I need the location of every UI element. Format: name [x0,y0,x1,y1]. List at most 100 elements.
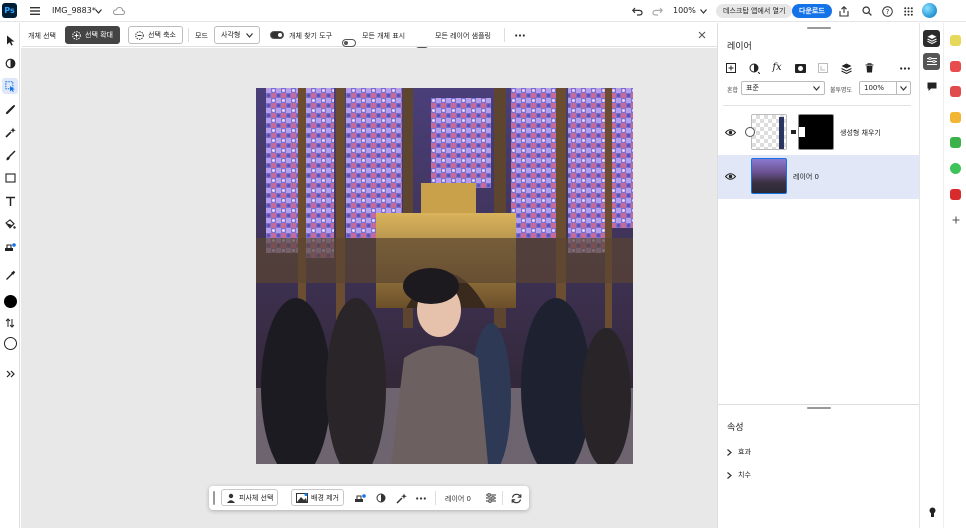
expand-toolbar-icon[interactable] [2,366,18,382]
object-finder-label: 개체 찾기 도구 [289,32,333,40]
apps-icon[interactable] [901,4,915,18]
help-icon[interactable]: ? [880,4,894,18]
extension-icon[interactable] [950,86,961,97]
comments-icon[interactable] [925,80,939,94]
refresh-icon[interactable] [510,492,522,504]
extension-icon[interactable] [950,163,961,174]
eye-icon[interactable] [724,126,736,138]
mode-label: 모드 [195,32,208,40]
drag-handle[interactable] [213,491,215,505]
eyedropper-icon[interactable] [2,267,18,283]
close-icon[interactable] [696,29,708,41]
extension-icon[interactable] [950,112,961,123]
paint-bucket-icon[interactable] [2,216,18,232]
canvas-area[interactable]: 피사체 선택 배경 제거 레이어 0 [21,48,717,528]
contract-selection-button[interactable]: 선택 축소 [128,26,183,44]
layer-row-generative-fill[interactable]: 생성형 채우기 [718,111,920,155]
adjustment-layer-icon[interactable] [748,62,760,74]
zoom-chevron-icon[interactable] [699,6,707,16]
object-finder-toggle[interactable] [270,31,284,39]
text-tool-icon[interactable] [2,193,18,209]
rectangle-tool-icon[interactable] [2,170,18,186]
more-icon[interactable] [415,492,427,504]
contextual-task-bar: 피사체 선택 배경 제거 레이어 0 [209,486,529,510]
adjustment-icon[interactable] [375,492,387,504]
brush-tool-icon[interactable] [2,147,18,163]
remove-background-label: 배경 제거 [311,493,339,502]
show-all-toggle[interactable] [342,39,356,47]
remove-background-icon [296,492,308,503]
layer-thumbnail [751,158,787,194]
generative-fill-icon[interactable] [2,124,18,140]
chevron-down-icon[interactable] [94,6,102,16]
remove-background-button[interactable]: 배경 제거 [291,489,344,506]
mask-thumbnail[interactable] [798,114,834,150]
swap-colors-icon[interactable] [2,315,18,331]
extension-icon[interactable] [950,35,961,46]
redo-icon[interactable] [650,4,664,18]
eye-icon[interactable] [724,170,736,182]
app-logo[interactable]: Ps [2,3,17,18]
mode-select[interactable]: 사각형 [214,26,260,44]
chevron-down-icon[interactable] [896,82,910,94]
panel-grip[interactable] [807,27,831,29]
add-mask-icon[interactable] [794,62,806,74]
adjust-tool-icon[interactable] [2,55,18,71]
properties-section-dimensions[interactable]: 치수 [727,470,751,480]
link-icon[interactable] [791,130,796,134]
undo-icon[interactable] [630,4,644,18]
properties-panel-icon[interactable] [923,53,940,70]
background-color-swatch[interactable] [2,335,18,351]
layer-label[interactable]: 레이어 0 [445,494,471,504]
tool-name: 개체 선택 [28,32,56,40]
extension-icon[interactable] [950,61,961,72]
layers-panel-icon[interactable] [923,30,940,47]
clipping-mask-icon[interactable] [817,62,829,74]
expand-selection-button[interactable]: 선택 확대 [65,26,120,44]
document-title[interactable]: IMG_9883* [52,6,96,15]
download-button[interactable]: 다운로드 [792,4,832,18]
avatar[interactable] [922,3,937,18]
opacity-field[interactable]: 100% [859,81,911,95]
expand-label: 선택 확대 [85,31,113,39]
layers-title: 레이어 [727,42,752,52]
fx-icon[interactable]: fx [770,61,784,74]
share-icon[interactable] [837,4,851,18]
more-icon[interactable] [514,29,526,41]
search-icon[interactable] [860,4,874,18]
generative-icon[interactable] [395,492,407,504]
add-layer-icon[interactable] [725,62,737,74]
menu-icon[interactable] [28,4,42,18]
divider [504,28,505,42]
delete-layer-icon[interactable] [863,62,875,74]
hints-icon[interactable] [925,505,939,519]
mask-icon[interactable] [354,492,366,504]
add-icon[interactable] [949,213,962,226]
healing-brush-icon[interactable] [2,101,18,117]
properties-section-effects[interactable]: 효과 [727,447,751,457]
select-subject-button[interactable]: 피사체 선택 [221,489,279,506]
divider [723,105,911,106]
layer-row-layer-0[interactable]: 레이어 0 [718,155,920,199]
sample-all-label: 모든 레이어 샘플링 [435,32,491,40]
mode-value: 사각형 [221,31,241,39]
layer-stack-icon[interactable] [840,62,852,74]
layer-name[interactable]: 생성형 채우기 [840,128,881,138]
layer-thumbnail [751,114,787,150]
extension-icon[interactable] [950,137,961,148]
clone-stamp-icon[interactable] [2,239,18,255]
panel-grip[interactable] [807,407,831,409]
blend-mode-select[interactable]: 표준 [741,81,825,95]
document-image[interactable] [256,88,633,464]
move-tool-icon[interactable] [2,32,18,48]
divider [435,491,436,505]
object-selection-tool-icon[interactable] [2,78,18,94]
foreground-color-swatch[interactable] [2,293,18,309]
extension-icon[interactable] [950,189,961,200]
zoom-level[interactable]: 100% [673,6,696,15]
contract-icon [135,30,144,40]
panel-more-icon[interactable] [899,62,911,74]
layer-name[interactable]: 레이어 0 [793,172,819,182]
sliders-icon[interactable] [485,492,497,504]
open-desktop-button[interactable]: 데스크탑 앱에서 열기 [716,4,793,18]
